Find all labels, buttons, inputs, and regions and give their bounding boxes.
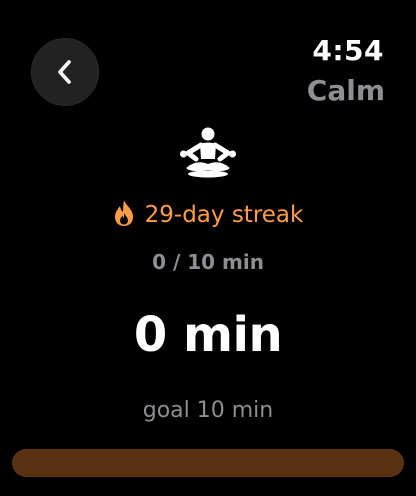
app-title: Calm <box>306 74 385 107</box>
flame-icon <box>113 199 135 231</box>
goal-label: goal 10 min <box>142 398 274 423</box>
streak-row: 29-day streak <box>0 199 416 231</box>
progress-summary: 0 / 10 min <box>152 250 264 274</box>
minutes-display: 0 min <box>133 307 283 363</box>
meditation-icon <box>178 126 238 178</box>
clock-time: 4:54 <box>312 34 384 67</box>
chevron-left-icon <box>54 57 76 87</box>
back-button[interactable] <box>31 38 99 106</box>
streak-label: 29-day streak <box>144 202 304 228</box>
progress-bar <box>12 449 404 477</box>
